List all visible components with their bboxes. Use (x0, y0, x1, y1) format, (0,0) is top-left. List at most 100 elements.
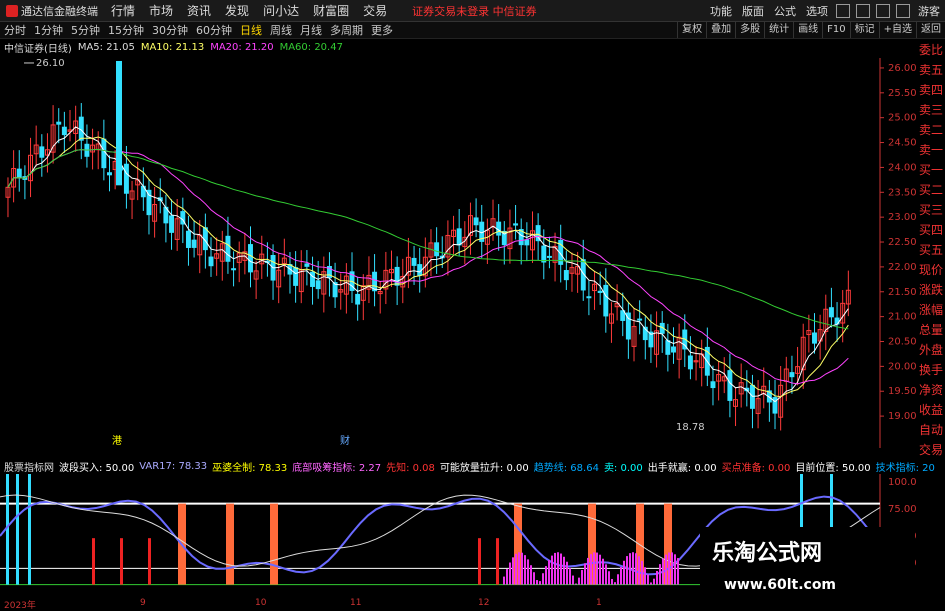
side-tab[interactable]: 净资 (917, 380, 945, 400)
btn-restore-rights[interactable]: 复权 (677, 22, 706, 38)
side-tab[interactable]: 收益 (917, 400, 945, 420)
menu-formula[interactable]: 公式 (769, 3, 801, 19)
login-warning[interactable]: 证券交易未登录 中信证券 (412, 3, 537, 19)
candle-body[interactable] (101, 138, 107, 169)
side-tab[interactable]: 换手 (917, 360, 945, 380)
maximize-icon[interactable] (876, 3, 890, 18)
close-icon[interactable] (896, 3, 910, 18)
btn-mark[interactable]: 标记 (849, 22, 879, 38)
tf-1min[interactable]: 1分钟 (30, 22, 67, 38)
candle-body[interactable] (123, 163, 129, 194)
btn-f10[interactable]: F10 (822, 22, 849, 38)
candle-body[interactable] (146, 189, 152, 216)
candle-body[interactable] (603, 284, 609, 317)
candle-body[interactable] (710, 381, 716, 389)
side-tab[interactable]: 涨幅 (917, 300, 945, 320)
side-tab[interactable]: 现价 (917, 260, 945, 280)
candle-body[interactable] (231, 268, 237, 271)
menu-discover[interactable]: 发现 (218, 2, 256, 19)
menu-layout[interactable]: 版面 (737, 3, 769, 19)
menu-trade[interactable]: 交易 (356, 2, 394, 19)
side-tab[interactable]: 卖三 (917, 100, 945, 120)
candle-body[interactable] (208, 256, 214, 267)
candle-body[interactable] (411, 257, 417, 266)
candle-body[interactable] (473, 217, 479, 226)
btn-stats[interactable]: 统计 (764, 22, 793, 38)
candle-body[interactable] (225, 235, 231, 262)
candle-body[interactable] (191, 239, 197, 248)
tf-more[interactable]: 更多 (367, 22, 397, 38)
menu-news[interactable]: 资讯 (180, 2, 218, 19)
menu-market[interactable]: 市场 (142, 2, 180, 19)
candle-body[interactable] (434, 242, 440, 257)
candle-body[interactable] (169, 215, 175, 233)
menu-options[interactable]: 选项 (801, 3, 833, 19)
side-tab[interactable]: 交易 (917, 440, 945, 460)
candle-body[interactable] (315, 280, 321, 290)
tf-60min[interactable]: 60分钟 (192, 22, 236, 38)
candle-body[interactable] (248, 244, 253, 273)
candle-body[interactable] (546, 255, 552, 258)
candle-body[interactable] (456, 228, 462, 246)
side-tab[interactable]: 涨跌 (917, 280, 945, 300)
side-tab[interactable]: 买四 (917, 220, 945, 240)
tf-30min[interactable]: 30分钟 (148, 22, 192, 38)
candle-body[interactable] (355, 293, 361, 305)
tf-monthly[interactable]: 月线 (296, 22, 326, 38)
candle-body[interactable] (665, 340, 671, 355)
side-tab[interactable]: 买五 (917, 240, 945, 260)
tf-daily[interactable]: 日线 (236, 22, 266, 38)
candle-body[interactable] (185, 230, 191, 248)
candle-body[interactable] (16, 168, 22, 179)
side-tab[interactable]: 买一 (917, 160, 945, 180)
side-tab[interactable]: 卖四 (917, 80, 945, 100)
candle-body[interactable] (39, 146, 45, 158)
tf-5min[interactable]: 5分钟 (67, 22, 104, 38)
menu-wealth[interactable]: 财富圈 (306, 2, 356, 19)
cloud-icon[interactable] (836, 3, 850, 18)
side-tab[interactable]: 委比 (917, 40, 945, 60)
candle-body[interactable] (812, 332, 817, 344)
candle-body[interactable] (586, 296, 592, 299)
candle-body[interactable] (637, 318, 643, 321)
candle-body[interactable] (524, 239, 530, 246)
btn-draw[interactable]: 画线 (793, 22, 822, 38)
candle-body[interactable] (563, 270, 569, 281)
side-tab[interactable]: 总量 (917, 320, 945, 340)
candle-body[interactable] (727, 370, 733, 401)
btn-multi-stock[interactable]: 多股 (735, 22, 764, 38)
candle-body[interactable] (789, 372, 795, 378)
candle-body[interactable] (513, 223, 519, 226)
menu-quotes[interactable]: 行情 (104, 2, 142, 19)
tf-multi[interactable]: 多周期 (326, 22, 367, 38)
candle-body[interactable] (828, 307, 834, 318)
candle-body[interactable] (671, 346, 676, 353)
menu-function[interactable]: 功能 (705, 3, 737, 19)
candle-body[interactable] (541, 245, 547, 263)
candle-body[interactable] (293, 267, 299, 286)
tf-intraday[interactable]: 分时 (0, 22, 30, 38)
tf-weekly[interactable]: 周线 (266, 22, 296, 38)
candle-body[interactable] (61, 126, 67, 136)
btn-back[interactable]: 返回 (916, 22, 945, 38)
indicator-name[interactable]: 股票指标网 (4, 459, 54, 474)
candle-body[interactable] (107, 172, 112, 176)
btn-add-watch[interactable]: +自选 (878, 22, 916, 38)
minimize-icon[interactable] (856, 3, 870, 18)
candlestick-chart[interactable]: 26.00 25.50 25.00 24.50 24.00 23.50 23.00 22.50… (0, 40, 916, 448)
side-tab[interactable]: 买三 (917, 200, 945, 220)
candle-body[interactable] (597, 290, 603, 294)
tf-15min[interactable]: 15分钟 (104, 22, 148, 38)
side-tab[interactable]: 卖二 (917, 120, 945, 140)
candle-body[interactable] (304, 263, 310, 267)
side-tab[interactable]: 外盘 (917, 340, 945, 360)
btn-overlay[interactable]: 叠加 (706, 22, 735, 38)
candle-body[interactable] (310, 271, 316, 287)
side-tab[interactable]: 买二 (917, 180, 945, 200)
guest-label[interactable]: 游客 (913, 3, 945, 19)
side-tab[interactable]: 卖五 (917, 60, 945, 80)
side-tab[interactable]: 卖一 (917, 140, 945, 160)
side-tab[interactable]: 自动 (917, 420, 945, 440)
candle-body[interactable] (56, 121, 62, 125)
candle-body[interactable] (372, 271, 378, 292)
